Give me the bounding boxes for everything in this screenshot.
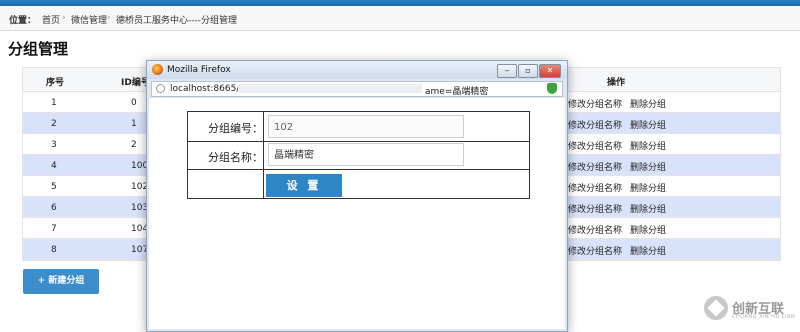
group-id-label: 分组编号： [208, 122, 263, 135]
header-no: 序号 [46, 78, 65, 88]
delete-group-link[interactable]: 删除分组 [630, 118, 666, 131]
row-no: 1 [51, 98, 57, 108]
edit-group-link[interactable]: 修改分组名称 [568, 244, 622, 257]
edit-group-link[interactable]: 修改分组名称 [568, 202, 622, 215]
breadcrumb: 位置： 首页 › 微信管理 › 德桥员工服务中心----分组管理 [0, 6, 800, 31]
delete-group-link[interactable]: 删除分组 [630, 160, 666, 173]
form-row-name: 分组名称： 晶端精密 [188, 141, 529, 170]
shield-icon [547, 83, 557, 94]
watermark-logo-icon [704, 296, 728, 320]
edit-group-link[interactable]: 修改分组名称 [568, 160, 622, 173]
edit-group-link[interactable]: 修改分组名称 [568, 118, 622, 131]
delete-group-link[interactable]: 删除分组 [630, 202, 666, 215]
watermark: 创新互联 CHUANG XIN HU LIAN [704, 296, 796, 322]
delete-group-link[interactable]: 删除分组 [630, 181, 666, 194]
row-no: 6 [51, 203, 57, 213]
breadcrumb-wechat[interactable]: 微信管理 [71, 13, 107, 26]
breadcrumb-home[interactable]: 首页 [42, 13, 60, 26]
address-bar[interactable]: localhost:8665/ ame=晶端精密 [151, 81, 563, 97]
delete-group-link[interactable]: 删除分组 [630, 223, 666, 236]
group-name-field[interactable]: 晶端精密 [268, 143, 464, 166]
minimize-icon[interactable]: ‒ [497, 64, 517, 78]
chevron-right-icon: › [62, 13, 66, 23]
dialog-titlebar[interactable]: Mozilla Firefox ‒ ▫ ✕ [147, 61, 567, 79]
url-redacted [238, 84, 422, 93]
row-no: 4 [51, 161, 57, 171]
row-id: 2 [131, 140, 137, 150]
globe-icon [156, 84, 165, 93]
header-actions: 操作 [607, 78, 626, 88]
edit-group-link[interactable]: 修改分组名称 [568, 97, 622, 110]
watermark-subtext: CHUANG XIN HU LIAN [732, 314, 796, 320]
row-id: 1 [131, 119, 137, 129]
delete-group-link[interactable]: 删除分组 [630, 244, 666, 257]
chevron-right-icon: › [107, 13, 111, 23]
row-id: 0 [131, 98, 137, 108]
breadcrumb-label: 位置： [9, 16, 37, 26]
page-title: 分组管理 [8, 40, 69, 58]
close-icon[interactable]: ✕ [539, 64, 561, 78]
row-no: 3 [51, 140, 57, 150]
firefox-icon [152, 64, 163, 75]
url-suffix: ame=晶端精密 [425, 87, 489, 97]
dialog-content: 分组编号： 102 分组名称： 晶端精密 设 置 [149, 98, 565, 329]
edit-group-link[interactable]: 修改分组名称 [568, 223, 622, 236]
set-button[interactable]: 设 置 [266, 174, 342, 197]
delete-group-link[interactable]: 删除分组 [630, 97, 666, 110]
form-row-id: 分组编号： 102 [188, 112, 529, 142]
maximize-icon[interactable]: ▫ [518, 64, 538, 78]
group-form: 分组编号： 102 分组名称： 晶端精密 设 置 [187, 111, 530, 199]
delete-group-link[interactable]: 删除分组 [630, 139, 666, 152]
url-prefix: localhost:8665/ [170, 84, 240, 94]
edit-group-link[interactable]: 修改分组名称 [568, 139, 622, 152]
row-no: 2 [51, 119, 57, 129]
row-no: 5 [51, 182, 57, 192]
firefox-dialog: Mozilla Firefox ‒ ▫ ✕ localhost:8665/ am… [146, 60, 568, 332]
group-id-field[interactable]: 102 [268, 115, 464, 138]
row-no: 8 [51, 245, 57, 255]
group-name-label: 分组名称： [208, 151, 263, 164]
row-no: 7 [51, 224, 57, 234]
dialog-title: Mozilla Firefox [167, 65, 231, 75]
breadcrumb-current: 德桥员工服务中心----分组管理 [116, 16, 237, 26]
edit-group-link[interactable]: 修改分组名称 [568, 181, 622, 194]
add-group-button[interactable]: + 新建分组 [23, 269, 99, 294]
